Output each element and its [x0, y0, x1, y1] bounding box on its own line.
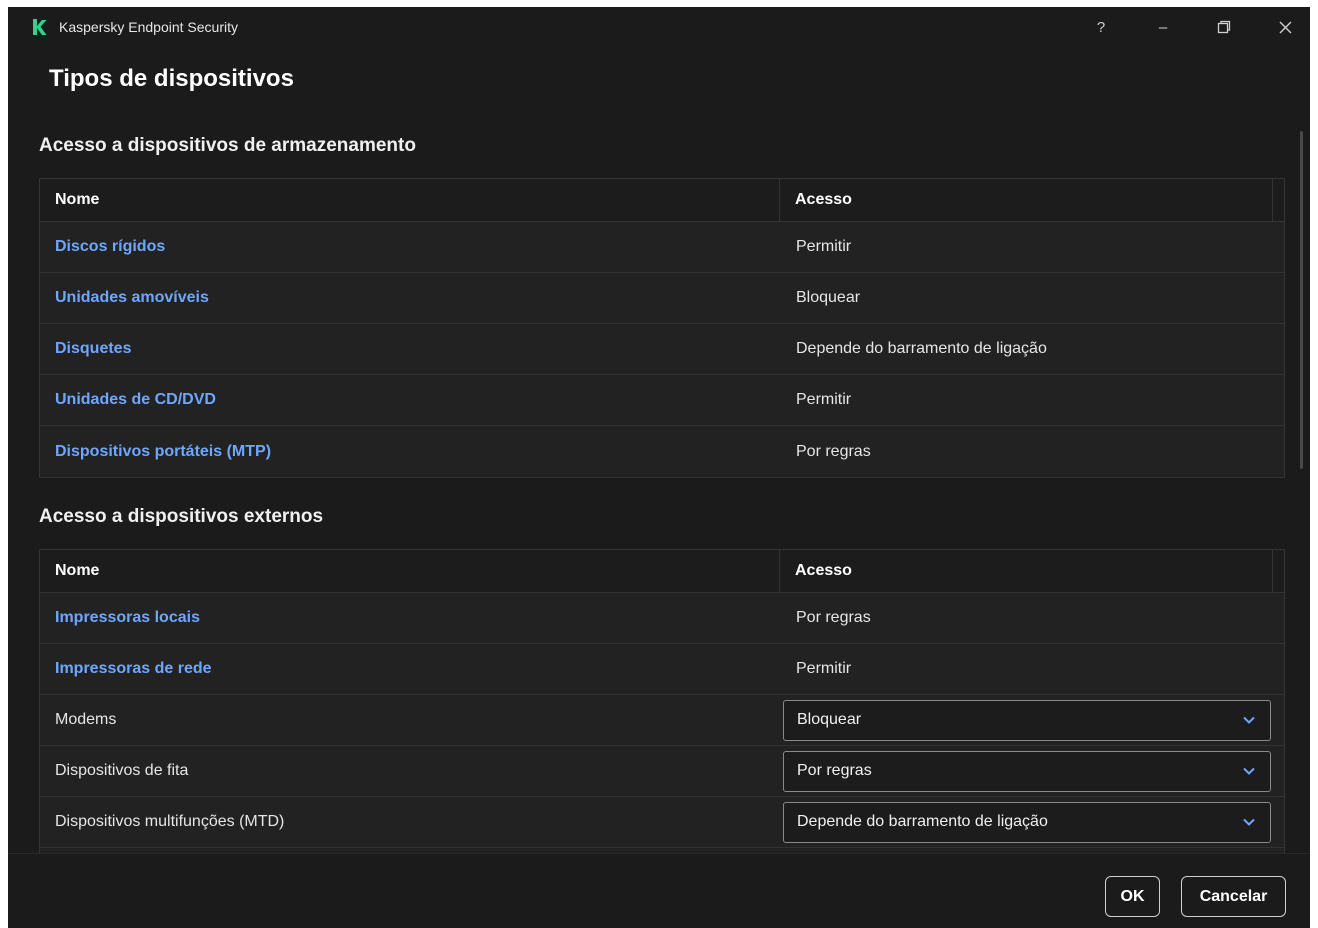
storage-devices-table: Nome Acesso Discos rígidos Permitir Unid…	[39, 178, 1285, 478]
access-value: Permitir	[796, 391, 852, 408]
minimize-button[interactable]: –	[1143, 13, 1183, 41]
table-row: Modems Bloquear	[40, 695, 1284, 746]
access-value: Depende do barramento de ligação	[796, 340, 1047, 357]
select-value: Bloquear	[797, 711, 862, 728]
table-row[interactable]: Unidades de CD/DVD Permitir	[40, 375, 1284, 426]
app-title: Kaspersky Endpoint Security	[59, 19, 238, 35]
select-value: Por regras	[797, 762, 872, 779]
device-name-mtd: Dispositivos multifunções (MTD)	[55, 813, 285, 830]
close-button[interactable]	[1265, 13, 1305, 41]
external-section-title: Acesso a dispositivos externos	[39, 506, 324, 527]
close-icon	[1279, 21, 1291, 33]
access-select-tape[interactable]: Por regras	[783, 750, 1271, 792]
column-header-name[interactable]: Nome	[40, 550, 780, 592]
content-area: Acesso a dispositivos de armazenamento N…	[8, 111, 1310, 853]
help-button[interactable]: ?	[1081, 13, 1121, 41]
device-link-removable-drives[interactable]: Unidades amovíveis	[55, 289, 209, 307]
access-value: Permitir	[796, 238, 852, 255]
access-value: Bloquear	[796, 289, 861, 306]
device-name-tape: Dispositivos de fita	[55, 762, 189, 779]
dialog-footer: OK Cancelar	[8, 853, 1310, 928]
access-value: Por regras	[796, 442, 871, 460]
device-link-network-printers[interactable]: Impressoras de rede	[55, 660, 212, 678]
table-row: Dispositivos multifunções (MTD) Depende …	[40, 797, 1284, 848]
chevron-down-icon	[1243, 716, 1255, 724]
chevron-down-icon	[1243, 767, 1255, 775]
table-row[interactable]: Dispositivos portáteis (MTP) Por regras	[40, 426, 1284, 477]
device-name-modems: Modems	[55, 711, 117, 728]
table-row[interactable]: Discos rígidos Permitir	[40, 222, 1284, 273]
ok-button[interactable]: OK	[1105, 876, 1160, 917]
external-devices-table: Nome Acesso Impressoras locais Por regra…	[39, 549, 1285, 853]
app-window: Kaspersky Endpoint Security ? – Tipos de…	[8, 7, 1310, 928]
access-value: Por regras	[796, 609, 871, 626]
title-bar: Kaspersky Endpoint Security ? –	[8, 7, 1310, 47]
column-header-access[interactable]: Acesso	[780, 550, 1273, 592]
column-header-name[interactable]: Nome	[40, 179, 780, 221]
help-icon: ?	[1096, 18, 1106, 36]
access-value: Permitir	[796, 660, 852, 677]
page-title: Tipos de dispositivos	[49, 65, 294, 92]
column-header-access[interactable]: Acesso	[780, 179, 1273, 221]
device-link-local-printers[interactable]: Impressoras locais	[55, 609, 200, 627]
table-row[interactable]: Disquetes Depende do barramento de ligaç…	[40, 324, 1284, 375]
device-link-floppy[interactable]: Disquetes	[55, 340, 131, 358]
table-row[interactable]: Impressoras locais Por regras	[40, 593, 1284, 644]
restore-button[interactable]	[1204, 13, 1244, 41]
device-link-hard-drives[interactable]: Discos rígidos	[55, 238, 165, 256]
table-header: Nome Acesso	[40, 179, 1284, 222]
device-link-cd-dvd[interactable]: Unidades de CD/DVD	[55, 391, 216, 409]
select-value: Depende do barramento de ligação	[797, 813, 1048, 830]
access-select-mtd[interactable]: Depende do barramento de ligação	[783, 801, 1271, 843]
vertical-scrollbar[interactable]	[1300, 131, 1303, 469]
access-select-modems[interactable]: Bloquear	[783, 699, 1271, 741]
table-row[interactable]: Impressoras de rede Permitir	[40, 644, 1284, 695]
device-link-mtp[interactable]: Dispositivos portáteis (MTP)	[55, 443, 271, 461]
restore-icon	[1217, 20, 1231, 34]
minimize-icon: –	[1158, 18, 1168, 36]
storage-section-title: Acesso a dispositivos de armazenamento	[39, 135, 416, 156]
table-row[interactable]: Unidades amovíveis Bloquear	[40, 273, 1284, 324]
cancel-button[interactable]: Cancelar	[1181, 876, 1286, 917]
chevron-down-icon	[1243, 818, 1255, 826]
table-row: Dispositivos de fita Por regras	[40, 746, 1284, 797]
kaspersky-logo-icon	[33, 19, 47, 35]
table-header: Nome Acesso	[40, 550, 1284, 593]
